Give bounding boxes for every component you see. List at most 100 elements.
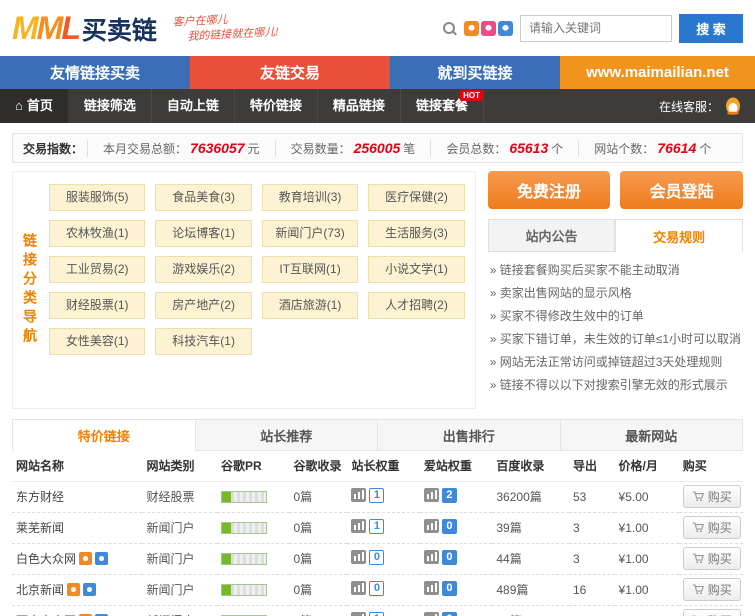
category-item[interactable]: 小说文学(1) bbox=[368, 256, 464, 283]
tab-trade-rules[interactable]: 交易规则 bbox=[615, 219, 743, 252]
price-value: ¥1.00 bbox=[615, 512, 679, 543]
category-item[interactable]: 酒店旅游(1) bbox=[262, 292, 358, 319]
site-name-link[interactable]: 莱芜新闻 bbox=[16, 521, 64, 535]
category-item[interactable]: 教育培训(3) bbox=[262, 184, 358, 211]
google-pr-bar bbox=[221, 491, 267, 503]
qq-contact-icon[interactable] bbox=[464, 21, 479, 36]
online-service-label: 在线客服： bbox=[659, 98, 719, 115]
category-item[interactable]: 论坛博客(1) bbox=[155, 220, 251, 247]
stat-member-count: 会员总数： 65613 个 bbox=[430, 140, 578, 157]
col-price: 价格/月 bbox=[615, 451, 679, 481]
table-row: 丽水大众网 新闻门户 0篇 1 0 40篇 3 ¥1.00 购买 bbox=[12, 605, 743, 616]
login-button[interactable]: 会员登陆 bbox=[620, 171, 743, 209]
price-value: ¥1.00 bbox=[615, 574, 679, 605]
banner-friend-link[interactable]: 友链交易 bbox=[190, 56, 390, 89]
nav-item-link-package[interactable]: 链接套餐 HOT bbox=[401, 89, 484, 123]
out-links-value: 3 bbox=[569, 605, 615, 616]
tab-special-links[interactable]: 特价链接 bbox=[12, 419, 196, 451]
rule-item[interactable]: » 链接不得以以下对搜索引擎无效的形式展示 bbox=[490, 374, 741, 397]
category-item[interactable]: 工业贸易(2) bbox=[49, 256, 145, 283]
nav-item-auto-link[interactable]: 自动上链 bbox=[152, 89, 235, 123]
banner-buy-link[interactable]: 就到买链接 bbox=[390, 56, 560, 89]
google-pr-bar bbox=[221, 522, 267, 534]
cart-icon bbox=[692, 584, 704, 595]
site-category: 新闻门户 bbox=[142, 512, 217, 543]
category-item[interactable]: 科技汽车(1) bbox=[155, 328, 251, 355]
cz-weight-badge: 1 bbox=[351, 519, 384, 534]
category-item[interactable]: 财经股票(1) bbox=[49, 292, 145, 319]
register-button[interactable]: 免费注册 bbox=[488, 171, 611, 209]
category-item[interactable]: 游戏娱乐(2) bbox=[155, 256, 251, 283]
category-item[interactable]: 医疗保健(2) bbox=[368, 184, 464, 211]
site-qq-icon bbox=[79, 552, 92, 565]
category-item[interactable]: 生活服务(3) bbox=[368, 220, 464, 247]
stat-label: 交易数量： bbox=[291, 140, 351, 157]
nav-item-special-links[interactable]: 特价链接 bbox=[235, 89, 318, 123]
baidu-index-value: 39篇 bbox=[492, 512, 569, 543]
online-service[interactable]: 在线客服： bbox=[659, 97, 755, 115]
site-name-link[interactable]: 东方财经 bbox=[16, 490, 64, 504]
az-weight-badge: 0 bbox=[424, 612, 457, 616]
baidu-index-value: 40篇 bbox=[492, 605, 569, 616]
banner-link-trade[interactable]: 友情链接买卖 bbox=[0, 56, 190, 89]
price-value: ¥1.00 bbox=[615, 605, 679, 616]
site-logo[interactable]: MML 买卖链 bbox=[12, 10, 157, 47]
search-icon bbox=[442, 21, 457, 36]
col-site-name: 网站名称 bbox=[12, 451, 142, 481]
banner-site-url[interactable]: www.maimailian.net bbox=[560, 56, 755, 89]
buy-button[interactable]: 购买 bbox=[683, 547, 741, 570]
site-link-icon bbox=[83, 583, 96, 596]
category-item[interactable]: 新闻门户(73) bbox=[262, 220, 358, 247]
category-item[interactable]: 农林牧渔(1) bbox=[49, 220, 145, 247]
message-contact-icon[interactable] bbox=[498, 21, 513, 36]
az-weight-badge: 0 bbox=[424, 550, 457, 565]
category-side-label: 链接分类导航 bbox=[20, 233, 40, 347]
buy-button[interactable]: 购买 bbox=[683, 609, 741, 616]
category-item[interactable]: IT互联网(1) bbox=[262, 256, 358, 283]
tab-newest-sites[interactable]: 最新网站 bbox=[561, 419, 744, 451]
nav-item-link-filter[interactable]: 链接筛选 bbox=[69, 89, 152, 123]
trade-stats-bar: 交易指数： 本月交易总额： 7636057 元 交易数量： 256005 笔 会… bbox=[12, 133, 743, 163]
buy-button[interactable]: 购买 bbox=[683, 485, 741, 508]
google-index-value: 0篇 bbox=[289, 512, 347, 543]
category-item[interactable]: 食品美食(3) bbox=[155, 184, 251, 211]
rule-item[interactable]: » 网站无法正常访问或掉链超过3天处理规则 bbox=[490, 351, 741, 374]
category-item[interactable]: 房产地产(2) bbox=[155, 292, 251, 319]
links-table: 网站名称 网站类别 谷歌PR 谷歌收录 站长权重 爱站权重 百度收录 导出 价格… bbox=[12, 451, 743, 616]
stat-unit: 笔 bbox=[403, 140, 415, 157]
weight-chart-icon bbox=[351, 519, 366, 533]
wechat-contact-icon[interactable] bbox=[481, 21, 496, 36]
col-category: 网站类别 bbox=[142, 451, 217, 481]
search-input[interactable] bbox=[520, 15, 672, 42]
rule-item[interactable]: » 卖家出售网站的显示风格 bbox=[490, 282, 741, 305]
nav-item-premium-links[interactable]: 精品链接 bbox=[318, 89, 401, 123]
rule-item[interactable]: » 买家不得修改生效中的订单 bbox=[490, 305, 741, 328]
tab-site-notice[interactable]: 站内公告 bbox=[488, 219, 616, 252]
search-button[interactable]: 搜 索 bbox=[679, 14, 743, 43]
nav-item-home[interactable]: ⌂首页 bbox=[0, 89, 69, 123]
site-qq-icon bbox=[67, 583, 80, 596]
stat-value: 7636057 bbox=[190, 140, 245, 156]
category-item[interactable]: 人才招聘(2) bbox=[368, 292, 464, 319]
col-baidu-index: 百度收录 bbox=[492, 451, 569, 481]
google-index-value: 0篇 bbox=[289, 574, 347, 605]
hot-badge: HOT bbox=[460, 90, 483, 101]
category-item[interactable]: 服装服饰(5) bbox=[49, 184, 145, 211]
out-links-value: 16 bbox=[569, 574, 615, 605]
tab-webmaster-recommend[interactable]: 站长推荐 bbox=[196, 419, 379, 451]
rule-item[interactable]: » 链接套餐购买后买家不能主动取消 bbox=[490, 259, 741, 282]
site-name-link[interactable]: 北京新闻 bbox=[16, 583, 64, 597]
buy-button[interactable]: 购买 bbox=[683, 516, 741, 539]
col-out-links: 导出 bbox=[569, 451, 615, 481]
buy-button[interactable]: 购买 bbox=[683, 578, 741, 601]
site-name-link[interactable]: 白色大众网 bbox=[16, 552, 76, 566]
weight-chart-icon bbox=[424, 581, 439, 595]
site-category: 新闻门户 bbox=[142, 605, 217, 616]
weight-chart-icon bbox=[351, 581, 366, 595]
rule-item[interactable]: » 买家下错订单，未生效的订单≤1小时可以取消 bbox=[490, 328, 741, 351]
category-item[interactable]: 女性美容(1) bbox=[49, 328, 145, 355]
tab-sales-ranking[interactable]: 出售排行 bbox=[378, 419, 561, 451]
weight-chart-icon bbox=[424, 612, 439, 616]
home-icon: ⌂ bbox=[15, 98, 23, 113]
category-panel: 链接分类导航 服装服饰(5) 食品美食(3) 教育培训(3) 医疗保健(2) 农… bbox=[12, 171, 476, 409]
